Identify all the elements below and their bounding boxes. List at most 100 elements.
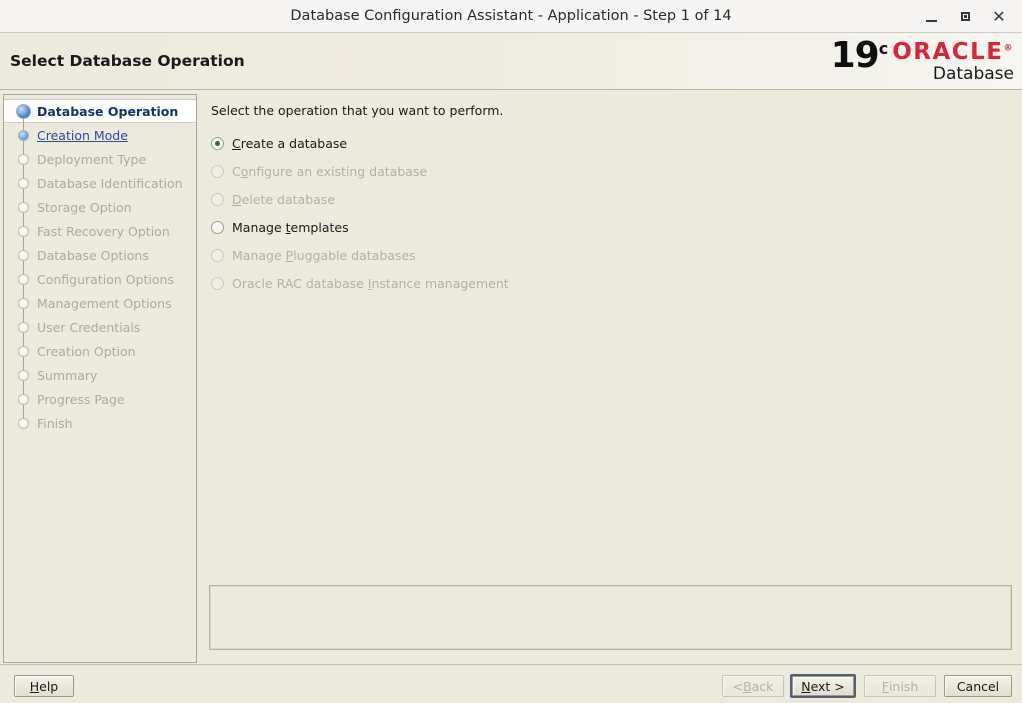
minimize-icon <box>925 19 937 22</box>
radio-option-manage-templates[interactable]: Manage templates <box>211 213 811 241</box>
sidebar-item-creation-mode[interactable]: Creation Mode <box>4 123 196 147</box>
cancel-button[interactable]: Cancel <box>944 675 1012 697</box>
sidebar-item-label: Summary <box>37 367 98 383</box>
next-button[interactable]: Next > <box>790 674 856 698</box>
step-node <box>14 147 34 171</box>
step-node-pending-icon <box>18 394 29 405</box>
radio-option-manage-pluggable-databases: Manage Pluggable databases <box>211 241 811 269</box>
main-content: Select the operation that you want to pe… <box>205 91 1019 664</box>
step-node-pending-icon <box>18 178 29 189</box>
radio-selected-icon[interactable] <box>211 136 224 150</box>
radio-option-oracle-rac-database-instance-management: Oracle RAC database Instance management <box>211 269 811 297</box>
step-node <box>14 339 34 363</box>
logo-version-number: 19 <box>830 35 880 76</box>
step-node <box>14 387 34 411</box>
step-node-pending-icon <box>18 226 29 237</box>
step-node-pending-icon <box>18 202 29 213</box>
radio-unselected-icon <box>211 276 224 290</box>
logo-brand-text: ORACLE <box>892 39 1004 65</box>
sidebar-item-fast-recovery-option: Fast Recovery Option <box>4 219 196 243</box>
sidebar-item-database-options: Database Options <box>4 243 196 267</box>
sidebar-item-user-credentials: User Credentials <box>4 315 196 339</box>
window-controls: ✕ <box>914 0 1016 33</box>
instruction-text: Select the operation that you want to pe… <box>211 103 504 118</box>
step-node-done-icon <box>18 130 29 141</box>
finish-button: Finish <box>864 675 936 697</box>
radio-option-delete-database: Delete database <box>211 185 811 213</box>
sidebar-item-progress-page: Progress Page <box>4 387 196 411</box>
step-node <box>14 195 34 219</box>
logo-version-suffix: c <box>878 39 889 58</box>
sidebar-item-label: Fast Recovery Option <box>37 223 170 239</box>
radio-option-label: Configure an existing database <box>232 163 428 179</box>
radio-option-configure-an-existing-database: Configure an existing database <box>211 157 811 185</box>
sidebar-item-label: Creation Mode <box>37 127 128 143</box>
radio-unselected-icon[interactable] <box>211 220 224 234</box>
body-area: Database Operation Creation Mode Deploymen… <box>0 91 1022 664</box>
radio-option-label: Create a database <box>232 135 348 151</box>
wizard-step-sidebar: Database Operation Creation Mode Deploymen… <box>3 94 197 663</box>
sidebar-item-storage-option: Storage Option <box>4 195 196 219</box>
step-node <box>14 219 34 243</box>
close-icon: ✕ <box>992 6 1006 26</box>
sidebar-item-database-operation[interactable]: Database Operation <box>4 99 196 123</box>
close-button[interactable]: ✕ <box>982 2 1016 32</box>
radio-option-label: Delete database <box>232 191 336 207</box>
sidebar-item-label: Database Identification <box>37 175 183 191</box>
radio-option-label: Manage templates <box>232 219 349 235</box>
step-node-active-icon <box>16 104 31 119</box>
step-node <box>14 123 34 147</box>
step-node-pending-icon <box>18 274 29 285</box>
window-title: Database Configuration Assistant - Appli… <box>290 8 732 24</box>
message-panel <box>209 585 1012 650</box>
step-node <box>14 315 34 339</box>
sidebar-item-database-identification: Database Identification <box>4 171 196 195</box>
sidebar-item-finish: Finish <box>4 411 196 435</box>
help-button[interactable]: Help <box>14 675 74 697</box>
operation-radio-group: Create a database Configure an existing d… <box>211 129 811 297</box>
maximize-icon <box>960 12 970 21</box>
radio-option-create-a-database[interactable]: Create a database <box>211 129 811 157</box>
step-node <box>14 171 34 195</box>
step-node-pending-icon <box>18 346 29 357</box>
logo-brand: ORACLE® <box>892 40 1014 64</box>
sidebar-item-label: Database Options <box>37 247 149 263</box>
page-header: Select Database Operation 19c ORACLE® Da… <box>0 33 1022 90</box>
sidebar-item-label: Database Operation <box>37 103 179 119</box>
oracle-logo: 19c ORACLE® Database <box>831 38 1014 86</box>
logo-product: Database <box>932 64 1014 84</box>
sidebar-item-creation-option: Creation Option <box>4 339 196 363</box>
step-node <box>14 411 34 435</box>
sidebar-item-summary: Summary <box>4 363 196 387</box>
sidebar-item-label: Progress Page <box>37 391 125 407</box>
footer-button-bar: Help < Back Next > Finish Cancel <box>0 664 1022 703</box>
sidebar-item-label: User Credentials <box>37 319 141 335</box>
step-node-pending-icon <box>18 418 29 429</box>
window-title-bar: Database Configuration Assistant - Appli… <box>0 0 1022 33</box>
radio-unselected-icon <box>211 164 224 178</box>
sidebar-item-label: Storage Option <box>37 199 132 215</box>
step-node-pending-icon <box>18 298 29 309</box>
radio-option-label: Manage Pluggable databases <box>232 247 416 263</box>
message-panel-text <box>210 586 1011 649</box>
maximize-button[interactable] <box>948 2 982 32</box>
radio-unselected-icon <box>211 192 224 206</box>
step-node-pending-icon <box>18 370 29 381</box>
step-node-pending-icon <box>18 322 29 333</box>
step-node <box>14 291 34 315</box>
button-label: Next > <box>792 676 854 696</box>
sidebar-item-label: Finish <box>37 415 73 431</box>
sidebar-item-label: Management Options <box>37 295 172 311</box>
logo-registered-icon: ® <box>1003 43 1014 54</box>
step-node-pending-icon <box>18 154 29 165</box>
back-button: < Back <box>722 675 784 697</box>
sidebar-item-label: Configuration Options <box>37 271 174 287</box>
step-node-pending-icon <box>18 250 29 261</box>
minimize-button[interactable] <box>914 2 948 32</box>
page-title: Select Database Operation <box>10 52 245 70</box>
logo-version: 19c <box>830 35 889 76</box>
sidebar-item-label: Deployment Type <box>37 151 147 167</box>
step-node <box>14 243 34 267</box>
sidebar-item-configuration-options: Configuration Options <box>4 267 196 291</box>
radio-unselected-icon <box>211 248 224 262</box>
